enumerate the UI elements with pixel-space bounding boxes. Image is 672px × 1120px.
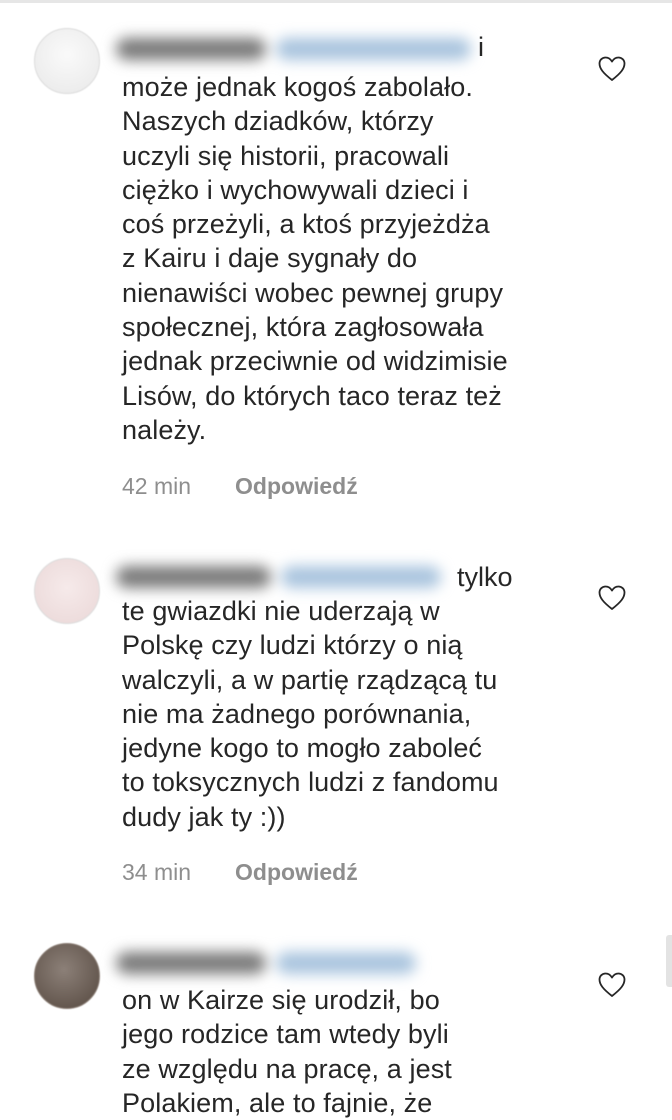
comment-line: walczyli, a w partię rządzącą tu (122, 664, 498, 695)
comment-meta: 34 min Odpowiedź (122, 859, 358, 886)
comment-line: jedyne kogo to mogło zaboleć (122, 733, 483, 764)
blurred-username[interactable] (116, 38, 471, 60)
blurred-username[interactable] (116, 952, 416, 974)
comment-line: społecznej, która zagłosowała (122, 312, 484, 343)
comment-timestamp: 42 min (122, 473, 192, 499)
reply-button[interactable]: Odpowiedź (235, 473, 358, 499)
comment-text: te gwiazdki nie uderzają w Polskę czy lu… (122, 594, 562, 834)
avatar[interactable] (34, 558, 100, 624)
comment-line: z Kairu i daje sygnały do (122, 243, 418, 274)
comment-line: Polakiem, ale to fajnie, że (122, 1087, 433, 1118)
comment-line: ciężko i wychowywali dzieci i (122, 174, 469, 205)
top-divider (0, 0, 672, 3)
comment-line: uczyli się historii, pracowali (122, 140, 450, 171)
comment-line: ze względu na pracę, a jest (122, 1053, 452, 1084)
comment-line: może jednak kogoś zabolało. (122, 72, 473, 102)
comment-line: jednak przeciwnie od widzimisie (122, 346, 508, 377)
avatar[interactable] (34, 943, 100, 1009)
scrollbar[interactable] (666, 935, 672, 987)
comment-timestamp: 34 min (122, 859, 192, 885)
comment-text: może jednak kogoś zabolało. Naszych dzia… (122, 70, 562, 447)
comment-line: nienawiści wobec pewnej grupy (122, 277, 504, 308)
heart-outline-icon[interactable] (598, 56, 626, 82)
comment-line: dudy jak ty :)) (122, 801, 286, 832)
comment-line: Naszych dziadków, którzy (122, 106, 434, 137)
comment-line: te gwiazdki nie uderzają w (122, 596, 440, 626)
reply-button[interactable]: Odpowiedź (235, 859, 358, 885)
comment-lead-word: tylko (457, 562, 513, 592)
comment-text: on w Kairze się urodził, bo jego rodzice… (122, 983, 562, 1120)
comment-line: jego rodzice tam wtedy byli (122, 1019, 449, 1050)
comment-lead-word: i (478, 32, 484, 62)
comment-line: Polskę czy ludzi którzy o nią (122, 630, 463, 661)
heart-outline-icon[interactable] (598, 585, 626, 611)
comment-line: on w Kairze się urodził, bo (122, 985, 440, 1015)
comment-line: należy. (122, 414, 207, 445)
comment-meta: 42 min Odpowiedź (122, 473, 358, 500)
comment-line: to toksycznych ludzi z fandomu (122, 767, 499, 798)
blurred-username[interactable] (116, 566, 441, 588)
heart-outline-icon[interactable] (598, 972, 626, 998)
comment-line: Lisów, do których taco teraz też (122, 380, 502, 411)
comment-line: nie ma żadnego porównania, (122, 698, 472, 729)
avatar[interactable] (34, 28, 100, 94)
comment-line: coś przeżyli, a ktoś przyjeżdża (122, 209, 490, 240)
